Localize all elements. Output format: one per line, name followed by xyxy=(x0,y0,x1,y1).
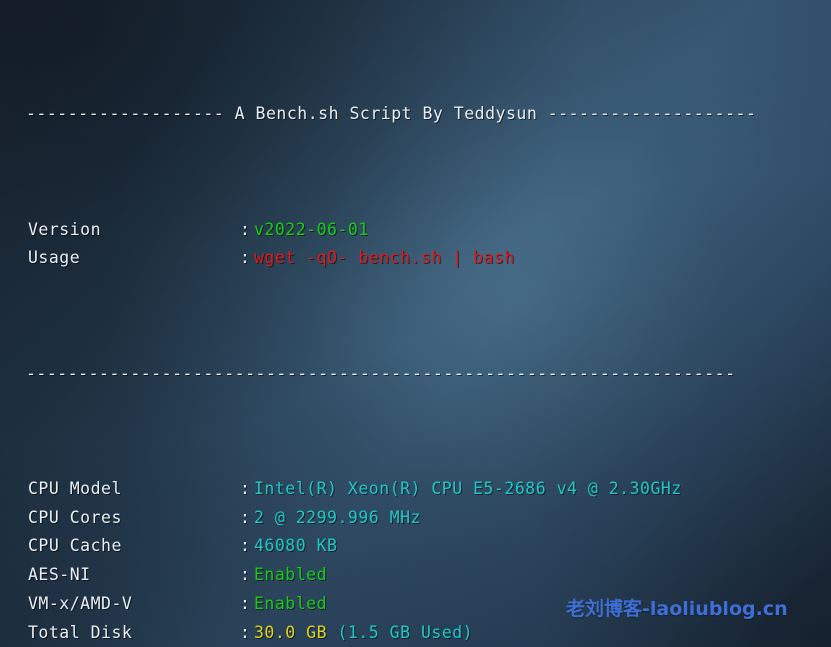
row-value: Enabled xyxy=(254,590,327,619)
info-row: AES-NI:Enabled xyxy=(0,561,831,590)
terminal-screen: ------------------- A Bench.sh Script By… xyxy=(0,0,831,647)
info-row: Total Disk:30.0 GB (1.5 GB Used) xyxy=(0,619,831,647)
row-value: 46080 KB xyxy=(254,532,337,561)
row-value-suffix: (1.5 GB Used) xyxy=(327,619,473,647)
script-title: A Bench.sh Script By Teddysun xyxy=(224,104,547,123)
row-colon: : xyxy=(240,244,254,273)
row-label: CPU Cache xyxy=(28,532,240,561)
meta-row-group: Version:v2022-06-01Usage:wget -qO- bench… xyxy=(0,216,831,274)
info-row: Usage:wget -qO- bench.sh | bash xyxy=(0,244,831,273)
row-colon: : xyxy=(240,504,254,533)
info-row: Version:v2022-06-01 xyxy=(0,216,831,245)
row-label: Usage xyxy=(28,244,240,273)
row-value: v2022-06-01 xyxy=(254,216,369,245)
row-label: Version xyxy=(28,216,240,245)
row-colon: : xyxy=(240,532,254,561)
row-label: CPU Model xyxy=(28,475,240,504)
row-colon: : xyxy=(240,216,254,245)
info-row: CPU Cache:46080 KB xyxy=(0,532,831,561)
row-label: AES-NI xyxy=(28,561,240,590)
info-row: CPU Cores:2 @ 2299.996 MHz xyxy=(0,504,831,533)
site-watermark: 老刘博客-laoliublog.cn xyxy=(566,594,788,621)
info-row: CPU Model:Intel(R) Xeon(R) CPU E5-2686 v… xyxy=(0,475,831,504)
row-colon: : xyxy=(240,561,254,590)
terminal-output: ------------------- A Bench.sh Script By… xyxy=(0,0,831,647)
row-label: Total Disk xyxy=(28,619,240,647)
row-value: wget -qO- bench.sh | bash xyxy=(254,244,515,273)
row-label: CPU Cores xyxy=(28,504,240,533)
row-colon: : xyxy=(240,590,254,619)
row-value: Intel(R) Xeon(R) CPU E5-2686 v4 @ 2.30GH… xyxy=(254,475,682,504)
separator-middle: ----------------------------------------… xyxy=(0,360,831,389)
row-colon: : xyxy=(240,619,254,647)
row-value: 30.0 GB xyxy=(254,619,327,647)
header-rule-left: ------------------- xyxy=(26,104,224,123)
header-rule-right: -------------------- xyxy=(548,104,757,123)
row-value: 2 @ 2299.996 MHz xyxy=(254,504,421,533)
header-rule: ------------------- A Bench.sh Script By… xyxy=(0,100,831,129)
row-label: VM-x/AMD-V xyxy=(28,590,240,619)
row-value: Enabled xyxy=(254,561,327,590)
row-colon: : xyxy=(240,475,254,504)
info-row-group: CPU Model:Intel(R) Xeon(R) CPU E5-2686 v… xyxy=(0,475,831,647)
